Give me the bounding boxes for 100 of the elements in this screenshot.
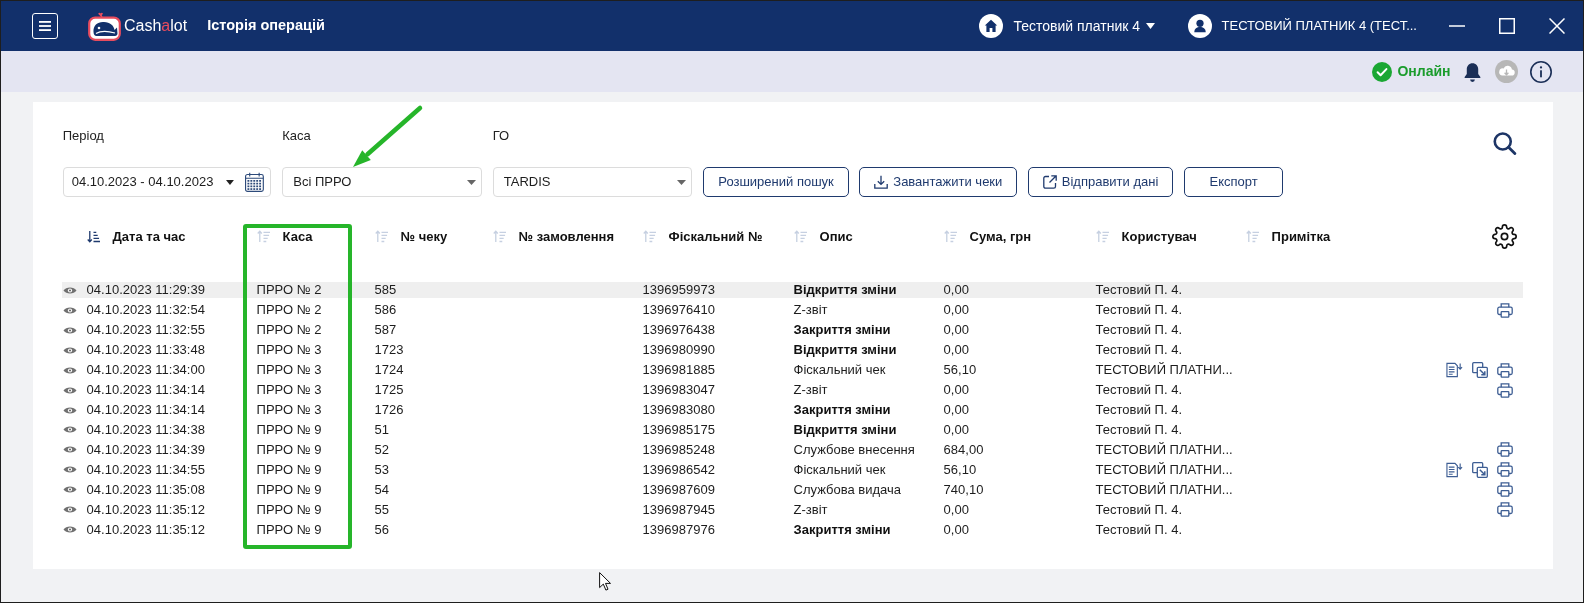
eye-icon[interactable] [62, 385, 77, 395]
table-cell: Тестовий П. 4. [1095, 302, 1183, 319]
table-row[interactable]: 04.10.2023 11:32:55 ПРРО № 2 587 1396976438 Закриття зміни 0,00 Тестовий П. 4. [61, 322, 1523, 339]
table-cell: Тестовий П. 4. [1095, 342, 1183, 359]
table-row[interactable]: 04.10.2023 11:34:55 ПРРО № 9 53 1396986542 Фіскальний чек 56,10 ТЕСТОВИЙ ПЛАТНИ... [61, 461, 1523, 478]
table-cell: Тестовий П. 4. [1095, 382, 1183, 399]
search-icon[interactable] [1493, 131, 1517, 155]
table-cell: Закриття зміни [793, 521, 891, 538]
caret-icon [226, 179, 235, 185]
printer-icon[interactable] [1496, 462, 1513, 478]
table-row[interactable]: 04.10.2023 11:35:12 ПРРО № 9 56 1396987976 Закриття зміни 0,00 Тестовий П. 4. [61, 521, 1523, 538]
table-cell: 54 [374, 481, 390, 498]
table-cell: 0,00 [943, 421, 969, 438]
calendar-icon[interactable] [244, 172, 264, 192]
table-cell: Закриття зміни [793, 322, 891, 339]
table-cell: 0,00 [943, 302, 969, 319]
eye-icon[interactable] [62, 405, 77, 415]
eye-icon[interactable] [62, 365, 77, 375]
column-header[interactable]: Каса [256, 226, 313, 247]
home-icon [979, 14, 1004, 38]
column-header[interactable]: Опис [793, 226, 853, 247]
table-cell: 684,00 [943, 441, 984, 458]
column-header[interactable]: № чеку [374, 226, 448, 247]
table-cell: 04.10.2023 11:32:54 [86, 302, 205, 319]
table-cell: Службова видача [793, 481, 902, 498]
table-cell: 0,00 [943, 382, 969, 399]
action-button[interactable]: Експорт [1183, 167, 1284, 197]
column-header[interactable]: Дата та час [86, 226, 186, 247]
close-icon[interactable] [1549, 18, 1565, 34]
table-cell: 586 [374, 302, 397, 319]
printer-icon[interactable] [1496, 482, 1513, 498]
table-row[interactable]: 04.10.2023 11:34:38 ПРРО № 9 51 1396985175 Відкриття зміни 0,00 Тестовий П. 4. [61, 421, 1523, 438]
table-cell: 0,00 [943, 501, 969, 518]
action-button[interactable]: Завантажити чеки [859, 167, 1018, 197]
table-cell: 1396985175 [642, 421, 715, 438]
table-row[interactable]: 04.10.2023 11:32:54 ПРРО № 2 586 1396976410 Z-звіт 0,00 Тестовий П. 4. [61, 302, 1523, 319]
column-header[interactable]: Фіскальний № [642, 226, 763, 247]
eye-icon[interactable] [62, 445, 77, 455]
eye-icon[interactable] [62, 345, 77, 355]
window-title: Історія операцій [207, 16, 325, 36]
eye-icon[interactable] [62, 465, 77, 475]
table-row[interactable]: 04.10.2023 11:34:39 ПРРО № 9 52 1396985248 Службове внесення 684,00 ТЕСТОВИЙ ПЛАТНИ... [61, 441, 1523, 458]
caret-icon [1146, 23, 1155, 29]
table-cell: 51 [374, 421, 390, 438]
eye-icon[interactable] [62, 305, 77, 315]
eye-icon[interactable] [62, 425, 77, 435]
column-header[interactable]: Примітка [1245, 226, 1331, 247]
eye-icon[interactable] [62, 325, 77, 335]
table-row[interactable]: 04.10.2023 11:34:14 ПРРО № 3 1726 1396983080 Закриття зміни 0,00 Тестовий П. 4. [61, 402, 1523, 418]
sort-icon[interactable] [86, 230, 100, 243]
maximize-icon[interactable] [1499, 18, 1515, 34]
table-cell: 1396986542 [642, 461, 715, 478]
table-cell: ПРРО № 9 [256, 501, 322, 518]
table-cell: 0,00 [943, 342, 969, 359]
copy-icon[interactable] [1471, 461, 1488, 478]
table-row[interactable]: 04.10.2023 11:35:08 ПРРО № 9 54 1396987609 Службова видача 740,10 ТЕСТОВИЙ ПЛАТНИ... [61, 481, 1523, 498]
column-header[interactable]: № замовлення [492, 226, 615, 247]
table-cell: Тестовий П. 4. [1095, 322, 1183, 339]
table-cell: 585 [374, 282, 397, 299]
document-download-icon[interactable] [1445, 362, 1463, 379]
document-download-icon[interactable] [1445, 461, 1463, 478]
table-cell: 0,00 [943, 282, 969, 299]
action-button[interactable]: Відправити дані [1027, 167, 1174, 197]
table-cell: 1396976438 [642, 322, 715, 339]
table-cell: 0,00 [943, 521, 969, 538]
menu-button[interactable] [31, 13, 58, 39]
table-cell: 1396976410 [642, 302, 715, 319]
eye-icon[interactable] [62, 285, 77, 295]
column-header[interactable]: Сума, грн [943, 226, 1032, 247]
printer-icon[interactable] [1496, 382, 1513, 398]
table-cell: Службове внесення [793, 441, 915, 458]
table-row[interactable]: 04.10.2023 11:35:12 ПРРО № 9 55 1396987945 Z-звіт 0,00 Тестовий П. 4. [61, 501, 1523, 518]
eye-icon[interactable] [62, 505, 77, 515]
table-cell: ПРРО № 3 [256, 342, 322, 359]
settings-icon[interactable] [1492, 224, 1518, 249]
table-row[interactable]: 04.10.2023 11:29:39 ПРРО № 2 585 1396959973 Відкриття зміни 0,00 Тестовий П. 4. [61, 282, 1523, 299]
user-name[interactable]: ТЕСТОВИЙ ПЛАТНИК 4 (ТЕСТ... [1221, 16, 1417, 36]
bell-icon[interactable] [1463, 61, 1482, 82]
download-icon [874, 175, 889, 189]
table-row[interactable]: 04.10.2023 11:34:00 ПРРО № 3 1724 1396981885 Фіскальний чек 56,10 ТЕСТОВИЙ ПЛАТНИ... [61, 362, 1523, 379]
copy-icon[interactable] [1471, 362, 1488, 379]
eye-icon[interactable] [62, 525, 77, 535]
action-button[interactable]: Розширений пошук [703, 167, 849, 197]
printer-icon[interactable] [1496, 502, 1513, 518]
dropdown-select[interactable]: TARDIS [492, 167, 693, 197]
table-cell: Z-звіт [793, 302, 828, 319]
table-cell: 04.10.2023 11:34:00 [86, 362, 205, 379]
date-range-field[interactable]: 04.10.2023 - 04.10.2023 [62, 167, 272, 197]
printer-icon[interactable] [1496, 302, 1513, 318]
info-icon[interactable] [1530, 60, 1552, 83]
eye-icon[interactable] [62, 485, 77, 495]
company-dropdown[interactable]: Тестовий платник 4 [1013, 15, 1155, 37]
printer-icon[interactable] [1496, 362, 1513, 378]
printer-icon[interactable] [1496, 442, 1513, 458]
column-header[interactable]: Користувач [1095, 226, 1197, 247]
table-cell: 04.10.2023 11:34:39 [86, 441, 205, 458]
table-row[interactable]: 04.10.2023 11:34:14 ПРРО № 3 1725 1396983047 Z-звіт 0,00 Тестовий П. 4. [61, 382, 1523, 399]
dropdown-select[interactable]: Всі ПРРО [282, 167, 482, 197]
table-cell: 1725 [374, 382, 404, 399]
table-row[interactable]: 04.10.2023 11:33:48 ПРРО № 3 1723 1396980990 Відкриття зміни 0,00 Тестовий П. 4. [61, 342, 1523, 359]
